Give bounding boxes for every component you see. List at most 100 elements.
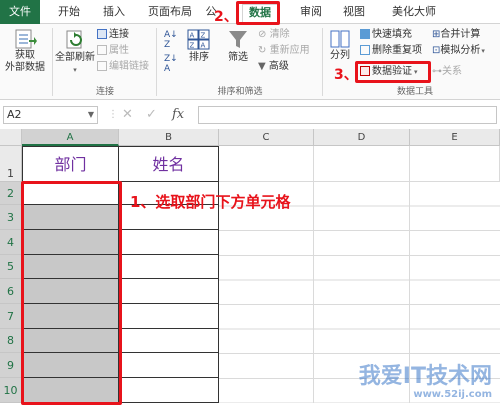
sort-label: 排序 bbox=[189, 52, 209, 63]
row-header-9[interactable]: 9 bbox=[0, 353, 22, 378]
edit-links-label: 编辑链接 bbox=[109, 61, 149, 72]
tab-review[interactable]: 审阅 bbox=[294, 4, 328, 24]
cell[interactable] bbox=[410, 146, 500, 182]
column-header-b[interactable]: B bbox=[119, 129, 219, 146]
cell-b1-header[interactable]: 姓名 bbox=[119, 146, 219, 182]
formula-controls: ⋮ ✕ ✓ fx bbox=[104, 106, 196, 124]
flash-fill-label: 快速填充 bbox=[372, 29, 412, 40]
sort-icon: A Z Z A bbox=[187, 29, 210, 50]
get-external-data-label: 获取 外部数据 bbox=[5, 50, 45, 73]
sort-za-button[interactable]: Z↓ A bbox=[164, 54, 180, 74]
column-header-d[interactable]: D bbox=[314, 129, 410, 146]
reapply-label: 重新应用 bbox=[269, 45, 310, 56]
annotation-step-2: 2、 bbox=[214, 9, 238, 25]
row-header-1[interactable]: 1 bbox=[0, 146, 22, 182]
name-box-value: A2 bbox=[7, 108, 22, 121]
cell[interactable] bbox=[219, 146, 314, 182]
tab-view[interactable]: 视图 bbox=[337, 4, 371, 24]
advanced-filter-icon: ▼ bbox=[258, 61, 266, 72]
formula-input[interactable] bbox=[198, 106, 497, 124]
tab-file[interactable]: 文件 bbox=[0, 0, 40, 24]
annotation-step-3: 3、 bbox=[334, 67, 358, 83]
row-header-6[interactable]: 6 bbox=[0, 279, 22, 304]
row-header-2[interactable]: 2 bbox=[0, 182, 22, 205]
sort-az-icon: A↓ Z bbox=[164, 30, 178, 50]
group-label-data-tools: 数据工具 bbox=[396, 87, 433, 97]
connections-icon bbox=[97, 29, 107, 39]
tab-meihua[interactable]: 美化大师 bbox=[384, 4, 444, 24]
ribbon-separator bbox=[52, 28, 53, 96]
clear-filter-button[interactable]: ⊘ 清除 bbox=[258, 29, 290, 41]
what-if-analysis-button[interactable]: ⊡模拟分析▾ bbox=[432, 45, 485, 57]
annotation-step-1: 1、选取部门下方单元格 bbox=[130, 193, 291, 211]
row-header-5[interactable]: 5 bbox=[0, 255, 22, 279]
relationships-button[interactable]: ⊶关系 bbox=[432, 66, 462, 78]
name-box[interactable]: A2 ▼ bbox=[3, 106, 98, 124]
cell-b5[interactable] bbox=[119, 255, 219, 279]
refresh-all-button[interactable]: 全部刷新 ▾ bbox=[55, 28, 95, 76]
filter-label: 筛选 bbox=[228, 52, 248, 63]
cell-b10[interactable] bbox=[119, 378, 219, 403]
consolidate-button[interactable]: ⊞合并计算 bbox=[432, 29, 480, 41]
ribbon-separator bbox=[156, 28, 157, 96]
consolidate-label: 合并计算 bbox=[440, 29, 481, 40]
get-external-data-button[interactable]: 获取 外部数据 bbox=[2, 28, 48, 74]
tab-page-layout[interactable]: 页面布局 bbox=[142, 4, 198, 24]
row-header-8[interactable]: 8 bbox=[0, 329, 22, 353]
cell-b9[interactable] bbox=[119, 353, 219, 378]
text-to-columns-button[interactable]: 分列 bbox=[326, 28, 354, 62]
connections-button[interactable]: 连接 bbox=[97, 29, 129, 41]
text-to-columns-icon bbox=[330, 30, 350, 48]
sort-button[interactable]: A Z Z A 排序 bbox=[184, 28, 214, 64]
annotation-box-data-tab bbox=[236, 1, 280, 25]
what-if-label: 模拟分析 bbox=[440, 45, 481, 56]
insert-function-icon[interactable]: fx bbox=[172, 106, 184, 124]
remove-duplicates-button[interactable]: 删除重复项 bbox=[360, 45, 422, 57]
row-header-7[interactable]: 7 bbox=[0, 304, 22, 329]
sort-az-button[interactable]: A↓ Z bbox=[164, 30, 180, 50]
row-header-4[interactable]: 4 bbox=[0, 230, 22, 255]
remove-duplicates-label: 删除重复项 bbox=[372, 45, 422, 56]
advanced-label: 高级 bbox=[268, 61, 289, 72]
cell-b4[interactable] bbox=[119, 230, 219, 255]
group-label-sort-filter: 排序和筛选 bbox=[217, 87, 263, 97]
edit-links-button[interactable]: 编辑链接 bbox=[97, 61, 149, 73]
more-icon: ⋮ bbox=[108, 109, 118, 120]
cell-a1-header[interactable]: 部门 bbox=[22, 146, 119, 182]
column-header-c[interactable]: C bbox=[219, 129, 314, 146]
group-label-connections: 连接 bbox=[95, 87, 114, 97]
cell-b7[interactable] bbox=[119, 304, 219, 329]
reapply-button[interactable]: ↻ 重新应用 bbox=[258, 45, 310, 57]
cell-b8[interactable] bbox=[119, 329, 219, 353]
properties-icon bbox=[97, 45, 107, 55]
select-all-corner[interactable] bbox=[0, 129, 22, 146]
connections-label: 连接 bbox=[109, 29, 129, 40]
properties-button[interactable]: 属性 bbox=[97, 45, 129, 57]
cell-b6[interactable] bbox=[119, 279, 219, 304]
remove-duplicates-icon bbox=[360, 45, 370, 55]
tab-home[interactable]: 开始 bbox=[52, 4, 86, 24]
cancel-icon[interactable]: ✕ bbox=[122, 106, 133, 124]
confirm-icon[interactable]: ✓ bbox=[146, 106, 157, 124]
formula-bar: A2 ▼ ⋮ ✕ ✓ fx bbox=[0, 103, 500, 127]
filter-button[interactable]: 筛选 bbox=[222, 28, 254, 64]
watermark-title: 我爱IT技术网 bbox=[358, 364, 492, 389]
column-header-e[interactable]: E bbox=[410, 129, 500, 146]
text-to-columns-label: 分列 bbox=[330, 50, 350, 61]
properties-label: 属性 bbox=[109, 45, 129, 56]
advanced-filter-button[interactable]: ▼ 高级 bbox=[258, 61, 289, 73]
row-header-10[interactable]: 10 bbox=[0, 378, 22, 403]
svg-text:A: A bbox=[201, 42, 206, 50]
tab-insert[interactable]: 插入 bbox=[97, 4, 131, 24]
chevron-down-icon: ▾ bbox=[73, 66, 77, 74]
row-header-3[interactable]: 3 bbox=[0, 205, 22, 230]
database-icon bbox=[15, 29, 37, 49]
cell[interactable] bbox=[314, 146, 410, 182]
column-header-a[interactable]: A bbox=[22, 129, 119, 146]
flash-fill-icon bbox=[360, 29, 370, 39]
refresh-all-label: 全部刷新 bbox=[55, 52, 95, 63]
chevron-down-icon: ▾ bbox=[481, 47, 485, 55]
flash-fill-button[interactable]: 快速填充 bbox=[360, 29, 412, 41]
ribbon-separator bbox=[322, 28, 323, 96]
annotation-box-data-validation bbox=[355, 61, 431, 83]
